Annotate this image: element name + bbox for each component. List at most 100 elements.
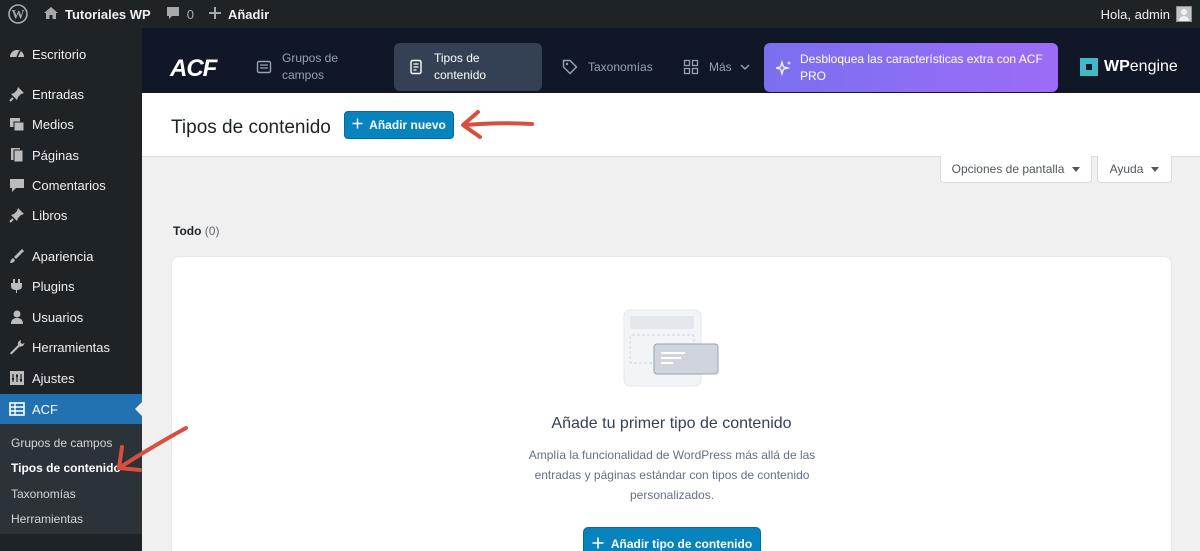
sidebar-item-label: Comentarios <box>32 177 106 193</box>
wordpress-logo-icon[interactable]: W <box>0 0 36 28</box>
filter-all-count: (0) <box>204 224 220 238</box>
plugins-icon <box>7 276 27 296</box>
plus-icon <box>352 118 363 132</box>
filter-all-label[interactable]: Todo <box>173 224 201 238</box>
add-post-type-button[interactable]: Añadir tipo de contenido <box>583 527 761 551</box>
acf-header: ACF Grupos de campos Tipos de contenido … <box>142 28 1200 93</box>
sidebar-item-label: Ajustes <box>32 370 75 386</box>
sidebar-item-label: Herramientas <box>32 339 111 355</box>
sidebar-item-label: Medios <box>32 116 74 132</box>
empty-state-description: Amplía la funcionalidad de WordPress más… <box>528 448 816 502</box>
wpengine-wordmark: WPengine <box>1104 58 1178 76</box>
sidebar-item-label: ACF <box>32 401 58 417</box>
empty-state-title: Añade tu primer tipo de contenido <box>551 415 792 432</box>
tab-label: Tipos de contenido <box>434 51 487 82</box>
add-post-type-label: Añadir tipo de contenido <box>610 537 753 551</box>
screen-options-button[interactable]: Opciones de pantalla <box>940 156 1092 183</box>
page-title-bar: Tipos de contenido Añadir nuevo <box>142 93 1200 157</box>
sidebar-item-label: Entradas <box>32 86 85 102</box>
sidebar-item-label: Apariencia <box>32 248 94 264</box>
svg-text:W: W <box>12 7 25 22</box>
tab-mas[interactable]: Más <box>669 43 750 91</box>
tab-grupos-de-campos[interactable]: Grupos de campos <box>242 43 372 91</box>
tag-icon <box>562 59 578 75</box>
comments-count: 0 <box>186 6 194 22</box>
help-label: Ayuda <box>1109 162 1144 176</box>
wpengine-mark-icon <box>1080 58 1098 76</box>
comments-link[interactable]: 0 <box>158 0 201 28</box>
sidebar-item-usuarios[interactable]: Usuarios <box>0 302 142 332</box>
help-button[interactable]: Ayuda <box>1097 156 1172 183</box>
submenu-item-tipos-de-contenido[interactable]: Tipos de contenido <box>11 461 121 475</box>
submenu-item-taxonomias[interactable]: Taxonomías <box>11 487 76 501</box>
greeting: Hola, admin <box>1100 6 1170 22</box>
pin-icon <box>7 84 27 104</box>
tab-tipos-de-contenido[interactable]: Tipos de contenido <box>394 43 542 91</box>
unlock-pro-label: Desbloquea las características extra con… <box>800 51 1043 83</box>
settings-icon <box>7 368 27 388</box>
pages-icon <box>7 145 27 165</box>
caret-down-icon <box>1072 166 1081 172</box>
submenu-item-grupos-de-campos[interactable]: Grupos de campos <box>11 436 112 450</box>
tab-label: Grupos de campos <box>282 51 339 82</box>
tools-icon <box>7 337 27 357</box>
sidebar-item-comentarios[interactable]: Comentarios <box>0 170 142 200</box>
empty-state-card: Añade tu primer tipo de contenido Amplía… <box>171 256 1172 551</box>
annotation-arrow-submenu <box>117 426 188 472</box>
pin-icon <box>7 205 27 225</box>
submenu-item-herramientas[interactable]: Herramientas <box>11 512 83 526</box>
sparkles-icon <box>773 59 792 76</box>
sidebar-item-label: Escritorio <box>32 46 87 62</box>
site-name-link[interactable]: Tutoriales WP <box>36 0 158 28</box>
sidebar-item-herramientas[interactable]: Herramientas <box>0 332 142 362</box>
comment-bubble-icon <box>165 5 181 24</box>
unlock-pro-button[interactable]: Desbloquea las características extra con… <box>764 43 1058 92</box>
wpengine-logo[interactable]: WPengine <box>1080 58 1178 76</box>
annotation-arrow-add-new <box>461 110 534 139</box>
sidebar-item-entradas[interactable]: Entradas <box>0 79 142 109</box>
field-groups-icon <box>256 59 272 75</box>
sidebar-item-escritorio[interactable]: Escritorio <box>0 39 142 69</box>
tab-label: Taxonomías <box>588 59 653 74</box>
avatar[interactable] <box>1176 6 1192 22</box>
plus-icon <box>592 537 604 551</box>
page-title: Tipos de contenido <box>171 117 331 138</box>
sidebar-item-apariencia[interactable]: Apariencia <box>0 241 142 271</box>
caret-down-icon <box>1151 166 1160 172</box>
plus-icon <box>208 6 222 23</box>
dashboard-icon <box>7 44 27 64</box>
sidebar-item-plugins[interactable]: Plugins <box>0 271 142 301</box>
media-icon <box>7 114 27 134</box>
sidebar-item-label: Páginas <box>32 147 79 163</box>
add-new-label: Añadir nuevo <box>369 118 446 132</box>
grid-icon <box>683 59 699 75</box>
tab-label: Más <box>709 59 732 74</box>
chevron-down-icon <box>740 59 750 76</box>
acf-table-icon <box>7 399 27 419</box>
post-types-icon <box>408 59 424 75</box>
sidebar-item-label: Plugins <box>32 278 75 294</box>
add-new-button[interactable]: Añadir nuevo <box>344 111 454 139</box>
wpengine-wordmark-bold: WP <box>1104 58 1130 75</box>
new-label: Añadir <box>227 6 270 22</box>
home-icon <box>43 5 59 24</box>
screen-options-label: Opciones de pantalla <box>951 162 1065 176</box>
appearance-icon <box>7 246 27 266</box>
new-content-link[interactable]: Añadir <box>201 0 276 28</box>
sidebar-item-paginas[interactable]: Páginas <box>0 140 142 170</box>
sidebar-item-medios[interactable]: Medios <box>0 109 142 139</box>
tab-taxonomias[interactable]: Taxonomías <box>548 43 668 91</box>
sidebar-item-label: Libros <box>32 207 68 223</box>
status-filter: Todo (0) <box>173 224 219 238</box>
wpengine-wordmark-rest: engine <box>1129 58 1178 75</box>
acf-logo[interactable]: ACF <box>170 55 217 83</box>
sidebar-item-ajustes[interactable]: Ajustes <box>0 363 142 393</box>
site-name: Tutoriales WP <box>65 6 151 22</box>
sidebar-item-label: Usuarios <box>32 309 84 325</box>
users-icon <box>7 307 27 327</box>
admin-bar: W Tutoriales WP 0 Añadir Hola, admin <box>0 0 1200 28</box>
my-account[interactable]: Hola, admin <box>1101 0 1200 28</box>
comments-icon <box>7 175 27 195</box>
sidebar-item-libros[interactable]: Libros <box>0 200 142 230</box>
empty-post-types-illustration <box>623 309 723 389</box>
